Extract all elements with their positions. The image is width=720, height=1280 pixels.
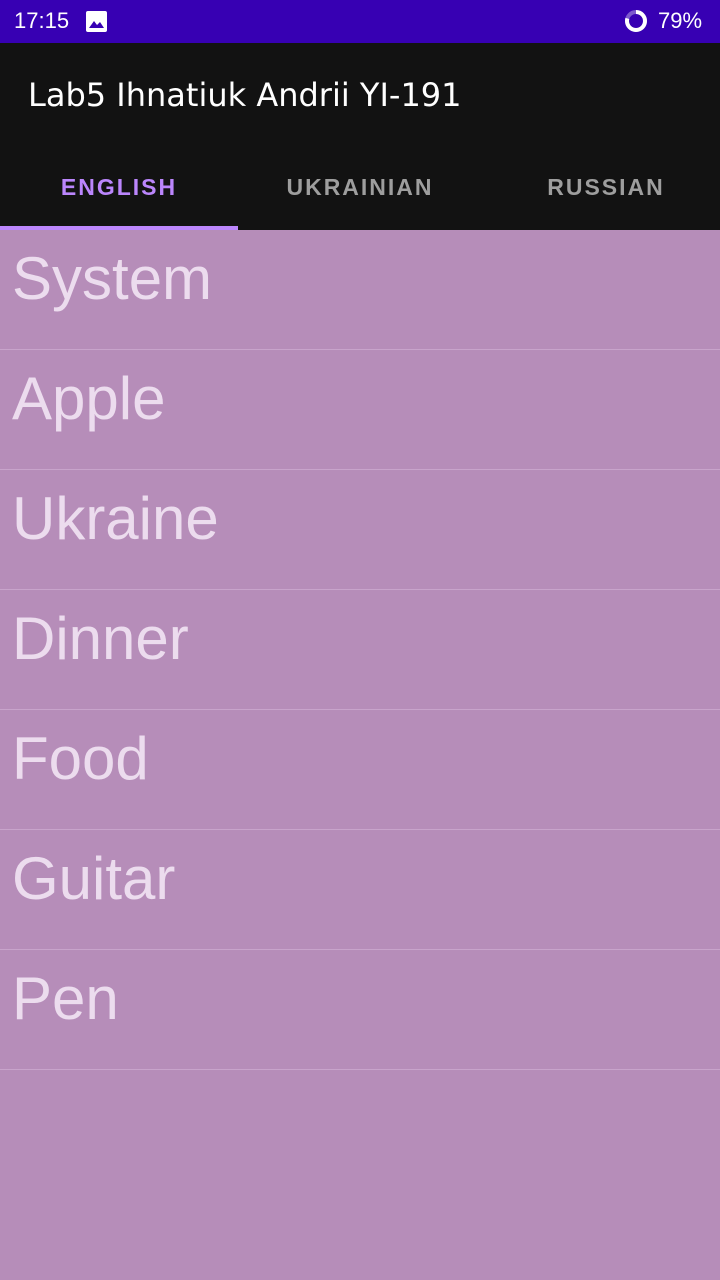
battery-percentage: 79% (658, 8, 703, 33)
list-item-label: System (12, 245, 213, 312)
list-item-guitar[interactable]: Guitar (0, 830, 720, 950)
list-item-label: Dinner (12, 605, 189, 672)
list-item-system[interactable]: System (0, 230, 720, 350)
tab-ukrainian[interactable]: UKRAINIAN (238, 144, 482, 230)
tab-english[interactable]: ENGLISH (0, 144, 238, 230)
list-item-ukraine[interactable]: Ukraine (0, 470, 720, 590)
tab-russian[interactable]: RUSSIAN (482, 144, 720, 230)
status-bar: 17:15 79% (0, 0, 720, 43)
list-item-label: Food (12, 725, 149, 792)
list-item-label: Apple (12, 365, 166, 432)
list-item-label: Guitar (12, 845, 176, 912)
tab-label: RUSSIAN (547, 173, 665, 200)
tab-label: ENGLISH (60, 173, 178, 200)
tab-label: UKRAINIAN (286, 173, 434, 200)
list-item-apple[interactable]: Apple (0, 350, 720, 470)
list-item-food[interactable]: Food (0, 710, 720, 830)
list-item-label: Pen (12, 965, 119, 1032)
status-time: 17:15 (14, 8, 70, 33)
list-item-pen[interactable]: Pen (0, 950, 720, 1070)
app-title: Lab5 Ihnatiuk Andrii YI-191 (28, 76, 462, 114)
app-bar: Lab5 Ihnatiuk Andrii YI-191 ENGLISH UKRA… (0, 43, 720, 230)
word-list: System Apple Ukraine Dinner Food Guitar … (0, 230, 720, 1070)
battery-icon (624, 9, 648, 33)
list-item-label: Ukraine (12, 485, 219, 552)
list-item-dinner[interactable]: Dinner (0, 590, 720, 710)
image-notification-icon (86, 11, 107, 32)
